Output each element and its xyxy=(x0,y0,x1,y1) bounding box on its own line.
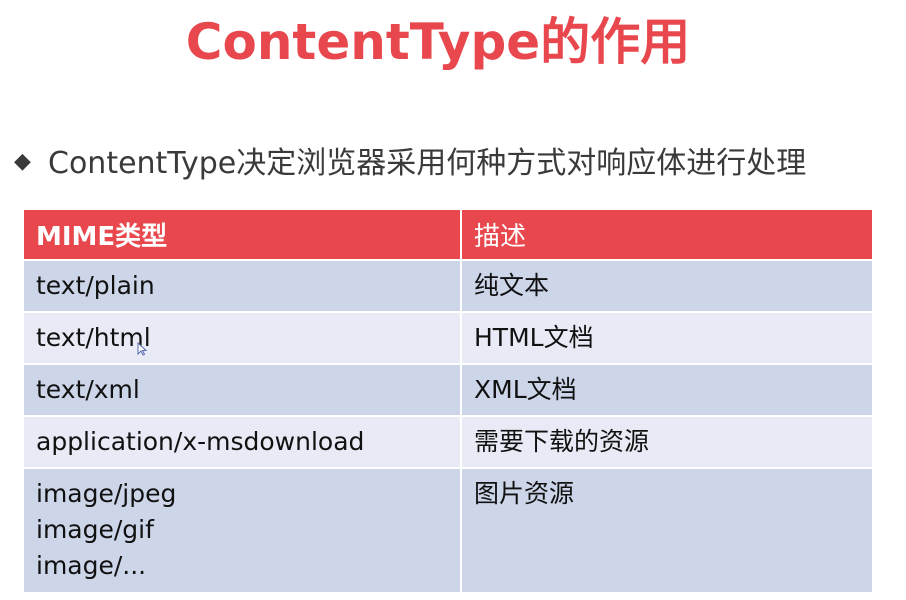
mime-type-cell: text/html xyxy=(22,311,462,365)
mime-type-line: image/gif xyxy=(36,515,154,544)
description-cell: XML文档 xyxy=(460,363,874,417)
mime-type-cell: text/xml xyxy=(22,363,462,417)
mime-type-cell: text/plain xyxy=(22,259,462,313)
table-row: text/xml XML文档 xyxy=(22,363,874,417)
table-row: image/jpeg image/gif image/... 图片资源 xyxy=(22,467,874,594)
description-cell: 纯文本 xyxy=(460,259,874,313)
description-cell: 需要下载的资源 xyxy=(460,415,874,469)
header-description: 描述 xyxy=(460,208,874,261)
mime-type-table: MIME类型 描述 text/plain 纯文本 text/html HTML文… xyxy=(22,208,874,594)
mouse-cursor-icon xyxy=(137,342,147,356)
bullet-point: ◆ ContentType决定浏览器采用何种方式对响应体进行处理 xyxy=(14,142,904,187)
table-row: text/html HTML文档 xyxy=(22,311,874,365)
table-header-row: MIME类型 描述 xyxy=(22,208,874,261)
diamond-bullet-icon: ◆ xyxy=(14,148,31,174)
slide-title: ContentType的作用 xyxy=(185,13,691,71)
table-row: application/x-msdownload 需要下载的资源 xyxy=(22,415,874,469)
header-mime-type: MIME类型 xyxy=(22,208,462,261)
description-cell: 图片资源 xyxy=(460,467,874,594)
mime-type-line: image/... xyxy=(36,551,147,580)
mime-type-cell: image/jpeg image/gif image/... xyxy=(22,467,462,594)
description-cell: HTML文档 xyxy=(460,311,874,365)
table-row: text/plain 纯文本 xyxy=(22,259,874,313)
bullet-text: ContentType决定浏览器采用何种方式对响应体进行处理 xyxy=(48,146,807,181)
mime-type-line: image/jpeg xyxy=(36,479,177,508)
mime-type-cell: application/x-msdownload xyxy=(22,415,462,469)
